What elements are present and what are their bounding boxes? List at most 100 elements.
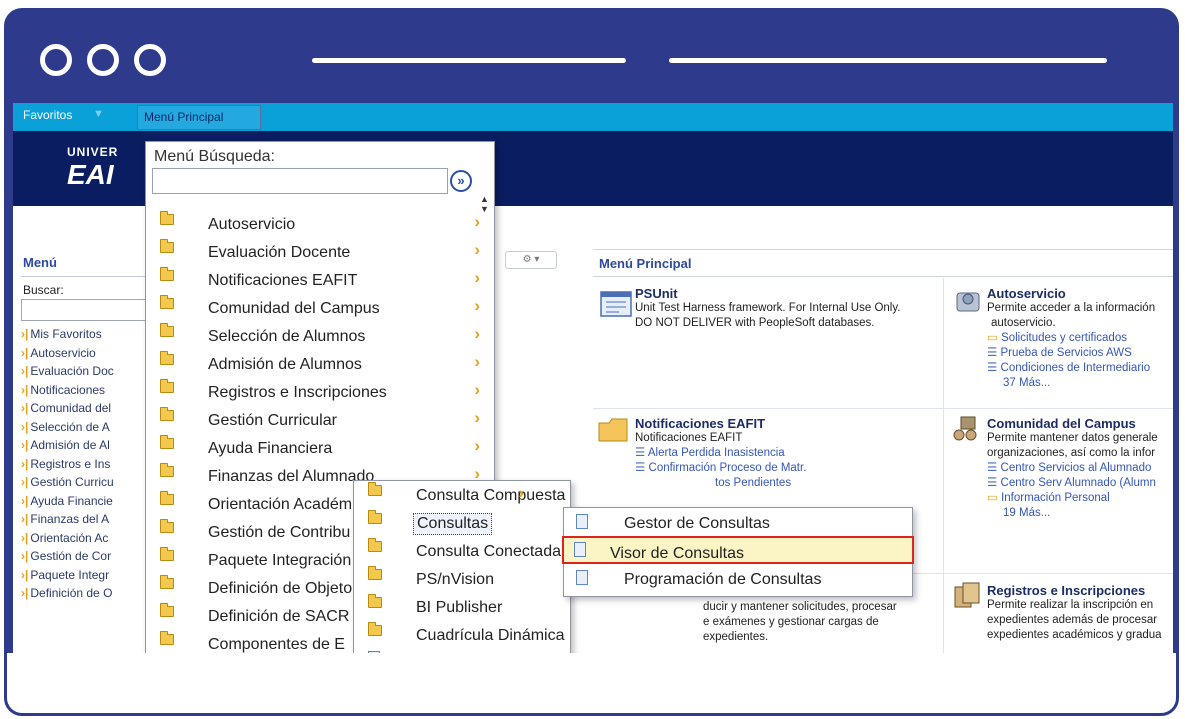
chevron-right-icon: › (474, 296, 480, 315)
menu-folder-item[interactable]: Ayuda Financiera › (146, 434, 494, 462)
gear-icon[interactable]: ⚙ ▾ (505, 251, 557, 269)
tile-autoservicio: Autoservicio Permite acceder a la inform… (987, 286, 1173, 391)
tile-desc: e exámenes y gestionar cargas de (703, 616, 879, 628)
submenu-folder-item[interactable]: BI Publisher (354, 593, 570, 621)
tile-comunidad: Comunidad del Campus Permite mantener da… (987, 416, 1173, 521)
menu-folder-item[interactable]: Selección de Alumnos › (146, 322, 494, 350)
tile-link[interactable]: ☰ Alerta Perdida Inasistencia (635, 446, 806, 461)
folder-icon (368, 594, 382, 608)
left-menu-item[interactable]: ›| Gestión Curricu (21, 475, 151, 494)
tile-more-link[interactable]: 19 Más... (987, 506, 1173, 521)
tile-link[interactable]: ☰ Confirmación Proceso de Matr. (635, 461, 806, 476)
left-menu-item[interactable]: ›| Registros e Ins (21, 457, 151, 476)
visor-de-consultas-item[interactable]: Visor de Consultas (562, 536, 914, 564)
left-panel-title: Menú (23, 255, 57, 270)
left-menu-item[interactable]: ›| Definición de O (21, 586, 151, 605)
window-dot-icon (40, 44, 72, 76)
left-menu-item[interactable]: ›| Gestión de Cor (21, 549, 151, 568)
folder-icon (160, 267, 174, 281)
logo-text: EAI (67, 159, 114, 190)
folder-icon (368, 622, 382, 636)
menu-search-input[interactable] (152, 168, 448, 194)
page-icon (576, 514, 588, 529)
browser-frame: Favoritos ▼ Menú Principal UNIVER EAI Me… (4, 8, 1179, 716)
search-go-icon[interactable]: » (450, 170, 472, 192)
tile-link[interactable]: tos Pendientes (635, 476, 806, 491)
folder-icon (160, 435, 174, 449)
tile-title[interactable]: Notificaciones EAFIT (635, 416, 806, 431)
left-menu-item[interactable]: ›| Notificaciones (21, 383, 151, 402)
folder-icon (598, 418, 628, 442)
left-menu-item[interactable]: ›| Selección de A (21, 420, 151, 439)
submenu-page-item[interactable]: Programación de Consultas (564, 564, 912, 592)
left-search-input[interactable] (21, 299, 151, 321)
tile-registros: Registros e Inscripciones Permite realiz… (987, 583, 1173, 643)
menu-folder-item[interactable]: Notificaciones EAFIT › (146, 266, 494, 294)
window-dot-icon (87, 44, 119, 76)
chevron-right-icon: › (474, 436, 480, 455)
registros-icon (954, 582, 980, 608)
menu-folder-item[interactable]: Autoservicio › (146, 210, 494, 238)
tile-title[interactable]: PSUnit (635, 286, 900, 301)
main-panel-title: Menú Principal (599, 256, 692, 271)
tile-desc: DO NOT DELIVER with PeopleSoft databases… (635, 317, 875, 329)
submenu-folder-item[interactable]: Consulta Compuesta › (354, 481, 570, 509)
folder-icon (160, 603, 174, 617)
folder-icon (160, 547, 174, 561)
herramientas-consulta-submenu: Consulta Compuesta › Consultas Consulta C… (353, 480, 571, 653)
tile-title[interactable]: Comunidad del Campus (987, 416, 1173, 431)
left-menu-item[interactable]: ›| Admisión de Al (21, 438, 151, 457)
menu-folder-item[interactable]: Evaluación Docente › (146, 238, 494, 266)
folder-icon (160, 575, 174, 589)
tile-title[interactable]: Autoservicio (987, 286, 1173, 301)
tile-desc: Permite mantener datos generale (987, 432, 1158, 444)
submenu-page-item[interactable]: Gestor de Consultas (564, 508, 912, 536)
chevron-down-icon[interactable]: ▼ (93, 108, 104, 120)
submenu-folder-item[interactable]: Consulta Conectada (354, 537, 570, 565)
tile-link[interactable]: ▭ Información Personal (987, 491, 1173, 506)
tile-link[interactable]: ☰ Prueba de Servicios AWS (987, 346, 1173, 361)
folder-icon (160, 351, 174, 365)
favoritos-menu[interactable]: Favoritos (23, 108, 72, 122)
folder-icon (160, 519, 174, 533)
folder-icon (160, 463, 174, 477)
menu-folder-item[interactable]: Admisión de Alumnos › (146, 350, 494, 378)
app-screen: Favoritos ▼ Menú Principal UNIVER EAI Me… (13, 103, 1173, 653)
submenu-folder-item[interactable]: Consultas (354, 509, 570, 537)
community-icon (953, 416, 977, 441)
tile-link[interactable]: ☰ Centro Serv Alumnado (Alumn (987, 476, 1173, 491)
tile-link[interactable]: ☰ Centro Servicios al Alumnado (987, 461, 1173, 476)
left-menu-item[interactable]: ›| Paquete Integr (21, 568, 151, 587)
tile-link[interactable]: ▭ Solicitudes y certificados (987, 331, 1173, 346)
tile-psunit: PSUnit Unit Test Harness framework. For … (635, 286, 900, 331)
psunit-icon (600, 291, 632, 317)
left-menu-list: ›| Mis Favoritos ›| Autoservicio ›| Evaluac… (21, 327, 151, 605)
chevron-right-icon: › (474, 380, 480, 399)
divider (943, 278, 944, 653)
chevron-right-icon: › (474, 408, 480, 427)
menu-folder-item[interactable]: Gestión Curricular › (146, 406, 494, 434)
submenu-folder-item[interactable]: Cuadrícula Dinámica (354, 621, 570, 649)
left-menu-item[interactable]: ›| Ayuda Financie (21, 494, 151, 513)
title-bar (7, 11, 1176, 103)
left-search-label: Buscar: (23, 283, 64, 297)
divider (593, 408, 1173, 409)
tile-desc: ducir y mantener solicitudes, procesar (703, 601, 897, 613)
autoservicio-icon (956, 292, 980, 312)
menu-principal-tab[interactable]: Menú Principal (137, 105, 261, 130)
menu-folder-item[interactable]: Comunidad del Campus › (146, 294, 494, 322)
consultas-submenu: Gestor de Consultas Visor de Consultas P… (562, 507, 914, 597)
left-menu-item[interactable]: ›| Autoservicio (21, 346, 151, 365)
folder-icon (160, 211, 174, 225)
left-menu-item[interactable]: ›| Mis Favoritos (21, 327, 151, 346)
left-menu-item[interactable]: ›| Comunidad del (21, 401, 151, 420)
menu-folder-item[interactable]: Registros e Inscripciones › (146, 378, 494, 406)
submenu-folder-item[interactable]: PS/nVision (354, 565, 570, 593)
tile-desc: expedientes académicos y gradua (987, 629, 1162, 641)
tile-title[interactable]: Registros e Inscripciones (987, 583, 1173, 598)
tile-more-link[interactable]: 37 Más... (987, 376, 1173, 391)
left-menu-item[interactable]: ›| Orientación Ac (21, 531, 151, 550)
left-menu-item[interactable]: ›| Evaluación Doc (21, 364, 151, 383)
tile-link[interactable]: ☰ Condiciones de Intermediario (987, 361, 1173, 376)
left-menu-item[interactable]: ›| Finanzas del A (21, 512, 151, 531)
